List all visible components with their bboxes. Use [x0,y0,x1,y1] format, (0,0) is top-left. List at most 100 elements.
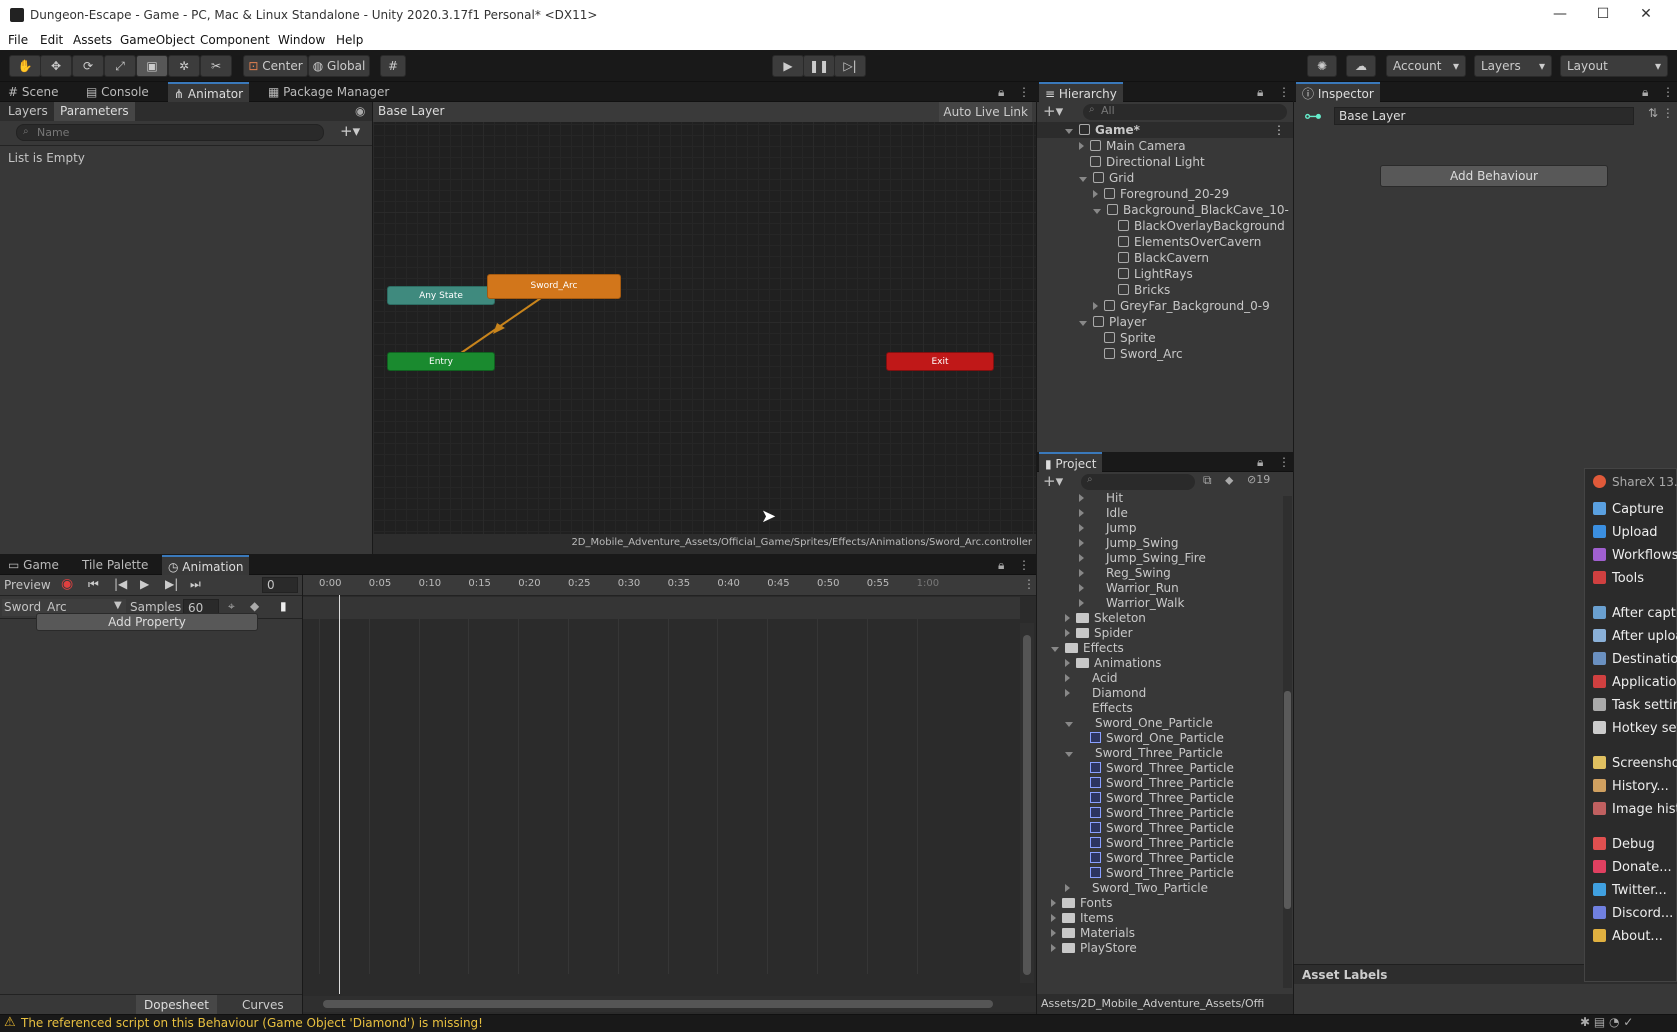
scale-tool-icon[interactable]: ⤢ [104,55,136,77]
minimize-button[interactable]: — [1545,6,1575,22]
tab-tile-palette[interactable]: Tile Palette [76,555,154,576]
frame-input[interactable]: 0 [262,577,298,593]
hierarchy-item[interactable]: Main Camera [1079,138,1186,154]
expand-right-icon[interactable] [1079,509,1084,517]
custom-tool-icon[interactable]: ✂ [200,55,232,77]
timeline-horizontal-scrollbar[interactable] [303,996,1036,1012]
tab-hierarchy[interactable]: ≡ Hierarchy [1039,82,1123,103]
rotate-tool-icon[interactable]: ⟳ [72,55,104,77]
project-item[interactable]: Diamond [1065,685,1146,701]
menu-gameobject[interactable]: GameObject [120,33,195,47]
hierarchy-item[interactable]: LightRays [1107,266,1193,282]
next-keyframe-icon[interactable]: ▶| [165,577,178,591]
expand-right-icon[interactable] [1065,674,1070,682]
sharex-menu-item[interactable]: After upload [1593,626,1677,648]
add-parameter-button[interactable]: +▾ [340,122,360,140]
project-item[interactable]: Idle [1079,505,1128,521]
hierarchy-item[interactable]: ElementsOverCavern [1107,234,1261,250]
expand-right-icon[interactable] [1079,142,1084,150]
scrollbar-thumb[interactable] [323,1000,993,1008]
expand-right-icon[interactable] [1051,929,1056,937]
hierarchy-item[interactable]: Player [1079,314,1146,330]
project-item[interactable]: Warrior_Run [1079,580,1179,596]
expand-right-icon[interactable] [1051,899,1056,907]
menu-edit[interactable]: Edit [40,33,63,47]
sharex-menu-item[interactable]: History... [1593,776,1669,798]
first-keyframe-icon[interactable]: ⏮ [88,577,99,592]
label-filter-icon[interactable]: ⬥ [1225,473,1233,488]
record-icon[interactable]: ◉ [61,576,73,592]
layer-name-field[interactable]: Base Layer [1334,107,1634,125]
sharex-menu-item[interactable]: Tools [1593,568,1644,590]
project-item[interactable]: Effects [1065,700,1133,716]
project-item[interactable]: Sword_Three_Particle [1079,790,1234,806]
event-marker-icon[interactable]: ▮ [280,599,287,613]
prev-keyframe-icon[interactable]: |◀ [114,577,127,591]
expand-right-icon[interactable] [1065,689,1070,697]
timeline-vertical-scrollbar[interactable] [1020,623,1034,983]
expand-right-icon[interactable] [1079,584,1084,592]
project-item[interactable]: Sword_Three_Particle [1079,805,1234,821]
sharex-menu-item[interactable]: Screenshot [1593,753,1677,775]
lock-icon[interactable]: 🔒︎ [998,85,1004,100]
rect-tool-icon[interactable]: ▣ [136,55,168,77]
hierarchy-item[interactable]: BlackOverlayBackground [1107,218,1285,234]
play-button-icon[interactable]: ▶ [772,55,804,77]
play-icon[interactable]: ▶ [140,577,149,591]
expand-right-icon[interactable] [1079,494,1084,502]
project-item[interactable]: Warrior_Walk [1079,595,1184,611]
curves-tab[interactable]: Curves [234,995,292,1015]
sharex-menu-item[interactable]: Application [1593,672,1677,694]
project-item[interactable]: Animations [1065,655,1161,671]
tab-game[interactable]: ▭ Game [2,555,65,576]
pivot-global-toggle[interactable]: ◍ Global [308,55,370,77]
scrollbar-thumb[interactable] [1284,691,1291,909]
project-item[interactable]: Sword_One_Particle [1065,715,1213,731]
any-state-node[interactable]: Any State [387,286,495,305]
more-options-icon[interactable]: ⋮ [1018,85,1030,99]
project-item[interactable]: Sword_Three_Particle [1079,760,1234,776]
add-keyframe-icon[interactable]: ⌖ [228,599,235,614]
lock-icon[interactable]: 🔒︎ [1642,85,1648,100]
hierarchy-item[interactable]: Sprite [1093,330,1156,346]
sharex-menu-item[interactable]: Twitter... [1593,880,1667,902]
add-event-icon[interactable]: ◆ [250,599,259,613]
project-item[interactable]: Hit [1079,492,1123,506]
tab-animator[interactable]: ⋔ Animator [168,82,250,103]
expand-right-icon[interactable] [1065,614,1070,622]
expand-down-icon[interactable] [1079,177,1087,182]
move-tool-icon[interactable]: ✥ [40,55,72,77]
menu-component[interactable]: Component [200,33,270,47]
expand-right-icon[interactable] [1051,914,1056,922]
animator-graph[interactable]: Base Layer Auto Live Link Any State Swor… [373,102,1036,554]
project-item[interactable]: Jump_Swing_Fire [1079,550,1206,566]
parameters-tab[interactable]: Parameters [54,102,135,121]
expand-right-icon[interactable] [1065,659,1070,667]
tab-package-manager[interactable]: ▦ Package Manager [262,82,395,103]
sharex-menu-item[interactable]: Upload [1593,522,1658,544]
expand-right-icon[interactable] [1065,629,1070,637]
tab-console[interactable]: ▤ Console [80,82,155,103]
project-item[interactable]: Fonts [1051,895,1112,911]
expand-right-icon[interactable] [1079,599,1084,607]
project-item[interactable]: Sword_Three_Particle [1065,745,1223,761]
sharex-menu-item[interactable]: Hotkey setti [1593,718,1677,740]
menu-file[interactable]: File [8,33,28,47]
lock-icon[interactable]: 🔒︎ [1257,455,1263,470]
sharex-menu-item[interactable]: About... [1593,926,1663,948]
sharex-menu-item[interactable]: Workflows [1593,545,1677,567]
hierarchy-item[interactable]: Bricks [1107,282,1170,298]
hierarchy-item[interactable]: Game* ⋮ [1037,122,1293,138]
step-button-icon[interactable]: ▷| [834,55,866,77]
hidden-packages-toggle[interactable]: ⊘19 [1247,473,1270,486]
maximize-button[interactable]: ☐ [1588,6,1618,22]
hierarchy-search-input[interactable]: ⌕ All [1083,104,1287,120]
project-item[interactable]: Sword_Three_Particle [1079,775,1234,791]
expand-right-icon[interactable] [1051,944,1056,952]
sharex-menu-item[interactable]: Discord... [1593,903,1673,925]
dopesheet-tab[interactable]: Dopesheet [136,995,217,1015]
tab-scene[interactable]: # Scene [2,82,64,103]
animation-timeline[interactable]: 0:00 0:05 0:10 0:15 0:20 0:25 0:30 0:35 0:40 0:45… [303,575,1036,1014]
sharex-menu-item[interactable]: Donate... [1593,857,1672,879]
lock-icon[interactable]: 🔒︎ [1257,85,1263,100]
